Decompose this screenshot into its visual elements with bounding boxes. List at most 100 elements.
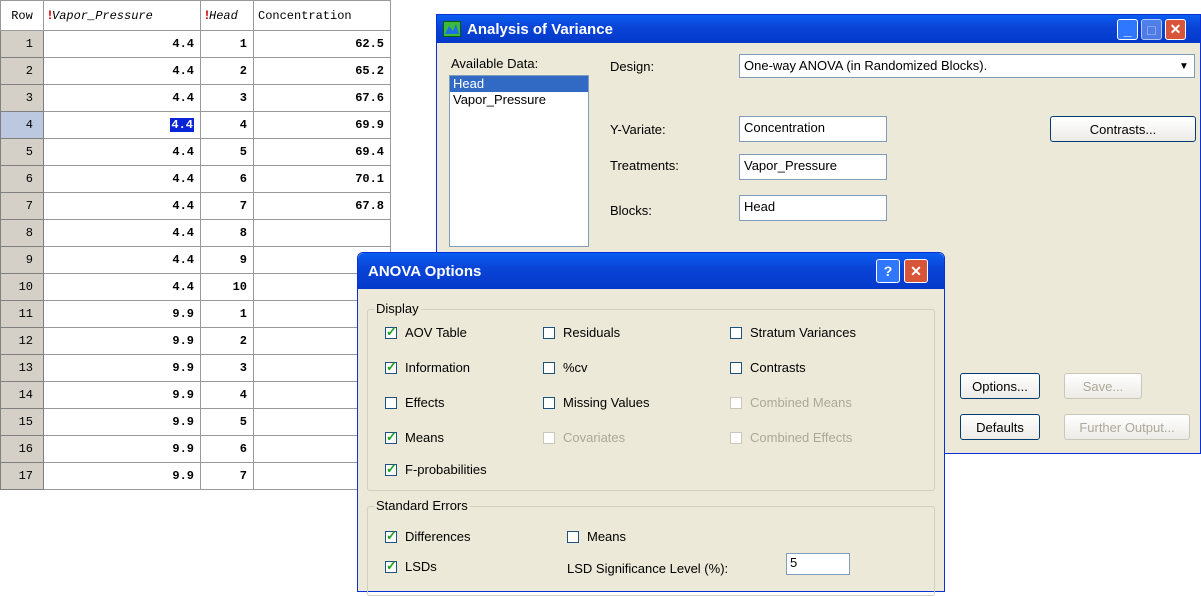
cv-checkbox[interactable]: %cv bbox=[543, 360, 588, 375]
vapor-pressure-cell[interactable]: 4.4 bbox=[43, 111, 201, 139]
close-button[interactable]: ✕ bbox=[1165, 19, 1186, 40]
row-number[interactable]: 9 bbox=[0, 246, 44, 274]
vapor-pressure-cell[interactable]: 4.4 bbox=[43, 138, 201, 166]
vapor-pressure-cell[interactable]: 4.4 bbox=[43, 57, 201, 85]
checkbox[interactable] bbox=[730, 361, 742, 374]
aov-table-checkbox[interactable]: AOV Table bbox=[385, 324, 467, 340]
row-number[interactable]: 7 bbox=[0, 192, 44, 220]
head-cell[interactable]: 4 bbox=[200, 381, 254, 409]
head-cell[interactable]: 10 bbox=[200, 273, 254, 301]
options-titlebar[interactable]: ANOVA Options bbox=[358, 253, 944, 289]
head-cell[interactable]: 7 bbox=[200, 462, 254, 490]
available-data-list[interactable]: Head Vapor_Pressure bbox=[449, 75, 589, 247]
f-probabilities-checkbox[interactable]: F-probabilities bbox=[385, 461, 487, 477]
row-number[interactable]: 17 bbox=[0, 462, 44, 490]
head-cell[interactable]: 6 bbox=[200, 165, 254, 193]
defaults-button[interactable]: Defaults bbox=[960, 414, 1040, 440]
concentration-cell[interactable]: 67.8 bbox=[253, 192, 391, 220]
treatments-field[interactable]: Vapor_Pressure bbox=[739, 154, 887, 180]
vapor-pressure-cell[interactable]: 9.9 bbox=[43, 435, 201, 463]
lsds-checkbox[interactable]: LSDs bbox=[385, 558, 437, 574]
head-cell[interactable]: 2 bbox=[200, 57, 254, 85]
row-number[interactable]: 15 bbox=[0, 408, 44, 436]
vapor-pressure-cell[interactable]: 4.4 bbox=[43, 84, 201, 112]
checkbox-checked[interactable] bbox=[385, 359, 397, 375]
checkbox[interactable] bbox=[543, 326, 555, 339]
lsd-level-field[interactable]: 5 bbox=[786, 553, 850, 575]
row-number[interactable]: 6 bbox=[0, 165, 44, 193]
checkbox[interactable] bbox=[385, 396, 397, 409]
close-icon[interactable]: ✕ bbox=[904, 259, 928, 283]
row-number[interactable]: 2 bbox=[0, 57, 44, 85]
blocks-field[interactable]: Head bbox=[739, 195, 887, 221]
row-number[interactable]: 16 bbox=[0, 435, 44, 463]
row-number[interactable]: 12 bbox=[0, 327, 44, 355]
chevron-down-icon[interactable]: ▼ bbox=[1176, 57, 1192, 75]
column-header-head[interactable]: !Head bbox=[200, 0, 254, 31]
row-number[interactable]: 10 bbox=[0, 273, 44, 301]
contrasts-button[interactable]: Contrasts... bbox=[1050, 116, 1196, 142]
design-select[interactable]: One-way ANOVA (in Randomized Blocks). ▼ bbox=[739, 54, 1195, 78]
vapor-pressure-cell[interactable]: 4.4 bbox=[43, 219, 201, 247]
vapor-pressure-cell[interactable]: 9.9 bbox=[43, 408, 201, 436]
vapor-pressure-cell[interactable]: 4.4 bbox=[43, 273, 201, 301]
vapor-pressure-cell[interactable]: 4.4 bbox=[43, 192, 201, 220]
selected-cell-text[interactable]: 4.4 bbox=[170, 118, 194, 132]
concentration-cell[interactable] bbox=[253, 219, 391, 247]
differences-checkbox[interactable]: Differences bbox=[385, 528, 471, 544]
concentration-cell[interactable]: 69.4 bbox=[253, 138, 391, 166]
row-number[interactable]: 5 bbox=[0, 138, 44, 166]
checkbox[interactable] bbox=[730, 326, 742, 339]
checkbox-checked[interactable] bbox=[385, 429, 397, 445]
list-item-head[interactable]: Head bbox=[450, 76, 588, 92]
vapor-pressure-cell[interactable]: 9.9 bbox=[43, 354, 201, 382]
row-number[interactable]: 13 bbox=[0, 354, 44, 382]
head-cell[interactable]: 4 bbox=[200, 111, 254, 139]
options-button[interactable]: Options... bbox=[960, 373, 1040, 399]
head-cell[interactable]: 1 bbox=[200, 300, 254, 328]
column-header-vapor-pressure[interactable]: !Vapor_Pressure bbox=[43, 0, 201, 31]
anova-titlebar[interactable]: Analysis of Variance bbox=[437, 15, 1200, 43]
head-cell[interactable]: 1 bbox=[200, 30, 254, 58]
vapor-pressure-cell[interactable]: 9.9 bbox=[43, 462, 201, 490]
checkbox-checked[interactable] bbox=[385, 324, 397, 340]
concentration-cell[interactable]: 70.1 bbox=[253, 165, 391, 193]
head-cell[interactable]: 7 bbox=[200, 192, 254, 220]
help-button[interactable]: ? bbox=[876, 259, 900, 283]
stratum-variances-checkbox[interactable]: Stratum Variances bbox=[730, 325, 856, 340]
row-number[interactable]: 8 bbox=[0, 219, 44, 247]
head-cell[interactable]: 6 bbox=[200, 435, 254, 463]
row-number[interactable]: 4 bbox=[0, 111, 44, 139]
head-cell[interactable]: 3 bbox=[200, 84, 254, 112]
column-header-concentration[interactable]: Concentration bbox=[253, 0, 391, 31]
residuals-checkbox[interactable]: Residuals bbox=[543, 325, 620, 340]
concentration-cell[interactable]: 65.2 bbox=[253, 57, 391, 85]
checkbox[interactable] bbox=[543, 361, 555, 374]
head-cell[interactable]: 9 bbox=[200, 246, 254, 274]
checkbox-checked[interactable] bbox=[385, 558, 397, 574]
checkbox[interactable] bbox=[567, 530, 579, 543]
vapor-pressure-cell[interactable]: 4.4 bbox=[43, 30, 201, 58]
head-cell[interactable]: 8 bbox=[200, 219, 254, 247]
head-cell[interactable]: 3 bbox=[200, 354, 254, 382]
concentration-cell[interactable]: 69.9 bbox=[253, 111, 391, 139]
contrasts-checkbox[interactable]: Contrasts bbox=[730, 360, 806, 375]
minimize-button[interactable]: _ bbox=[1117, 19, 1138, 40]
missing-values-checkbox[interactable]: Missing Values bbox=[543, 395, 649, 410]
row-number[interactable]: 11 bbox=[0, 300, 44, 328]
list-item-vapor-pressure[interactable]: Vapor_Pressure bbox=[450, 92, 588, 108]
vapor-pressure-cell[interactable]: 4.4 bbox=[43, 165, 201, 193]
checkbox-checked[interactable] bbox=[385, 528, 397, 544]
row-number[interactable]: 14 bbox=[0, 381, 44, 409]
maximize-button[interactable]: □ bbox=[1141, 19, 1162, 40]
vapor-pressure-cell[interactable]: 4.4 bbox=[43, 246, 201, 274]
head-cell[interactable]: 5 bbox=[200, 138, 254, 166]
information-checkbox[interactable]: Information bbox=[385, 359, 470, 375]
vapor-pressure-cell[interactable]: 9.9 bbox=[43, 300, 201, 328]
row-number[interactable]: 1 bbox=[0, 30, 44, 58]
se-means-checkbox[interactable]: Means bbox=[567, 529, 626, 544]
checkbox[interactable] bbox=[543, 396, 555, 409]
concentration-cell[interactable]: 62.5 bbox=[253, 30, 391, 58]
yvariate-field[interactable]: Concentration bbox=[739, 116, 887, 142]
head-cell[interactable]: 2 bbox=[200, 327, 254, 355]
